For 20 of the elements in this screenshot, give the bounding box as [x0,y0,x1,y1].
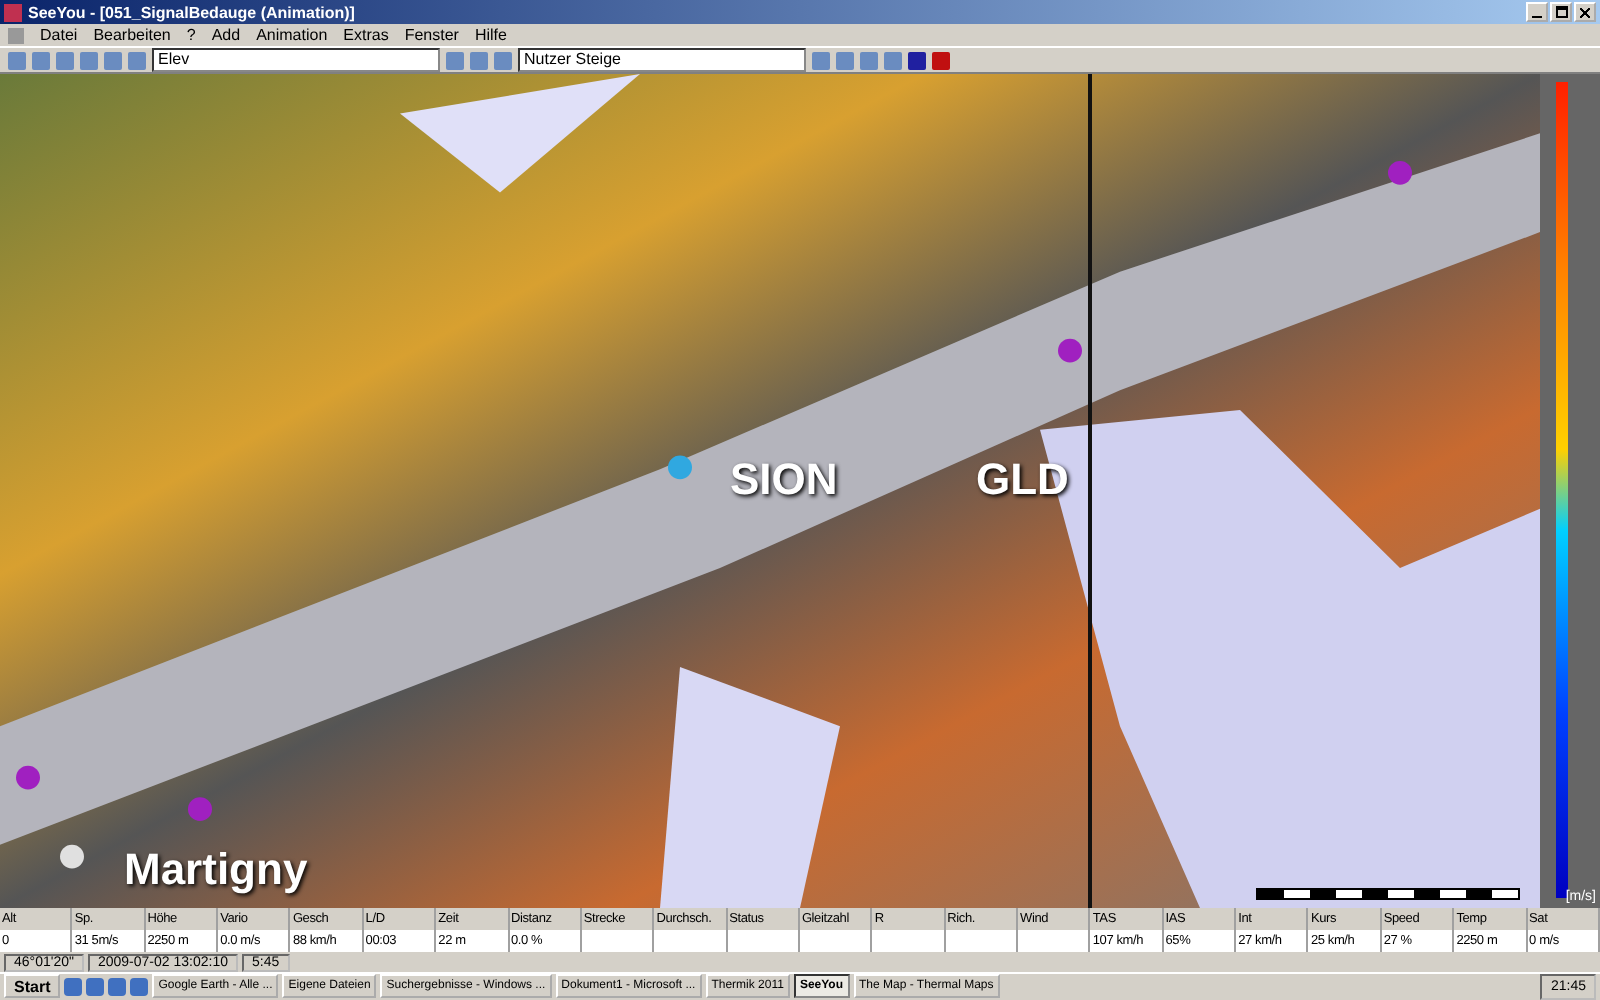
zoom-dropdown[interactable]: Elev [152,48,440,73]
app-icon [4,3,22,22]
menu-item[interactable]: Hilfe [474,26,507,45]
town-label: SION [730,454,838,507]
start-button[interactable]: Start [4,974,61,999]
minimize-button[interactable] [1526,2,1548,23]
town-label: Martigny [124,844,308,897]
menu-item[interactable]: Extras [343,26,389,45]
stop-icon[interactable] [932,51,950,70]
menu-item[interactable]: Bearbeiten [93,26,171,45]
close-button[interactable] [1574,2,1596,23]
menu-item[interactable]: ? [186,26,196,45]
menu-item[interactable]: Add [211,26,241,45]
menu-item[interactable]: Datei [40,26,78,45]
pause-icon[interactable] [908,51,926,70]
restore-button[interactable] [1550,2,1572,23]
window-title: SeeYou - [051_SignalBedauge (Animation)] [28,3,357,22]
mode-dropdown[interactable]: Nutzer Steige [518,48,806,73]
menu-item[interactable]: Animation [256,26,328,45]
menu-item[interactable]: Fenster [404,26,459,45]
